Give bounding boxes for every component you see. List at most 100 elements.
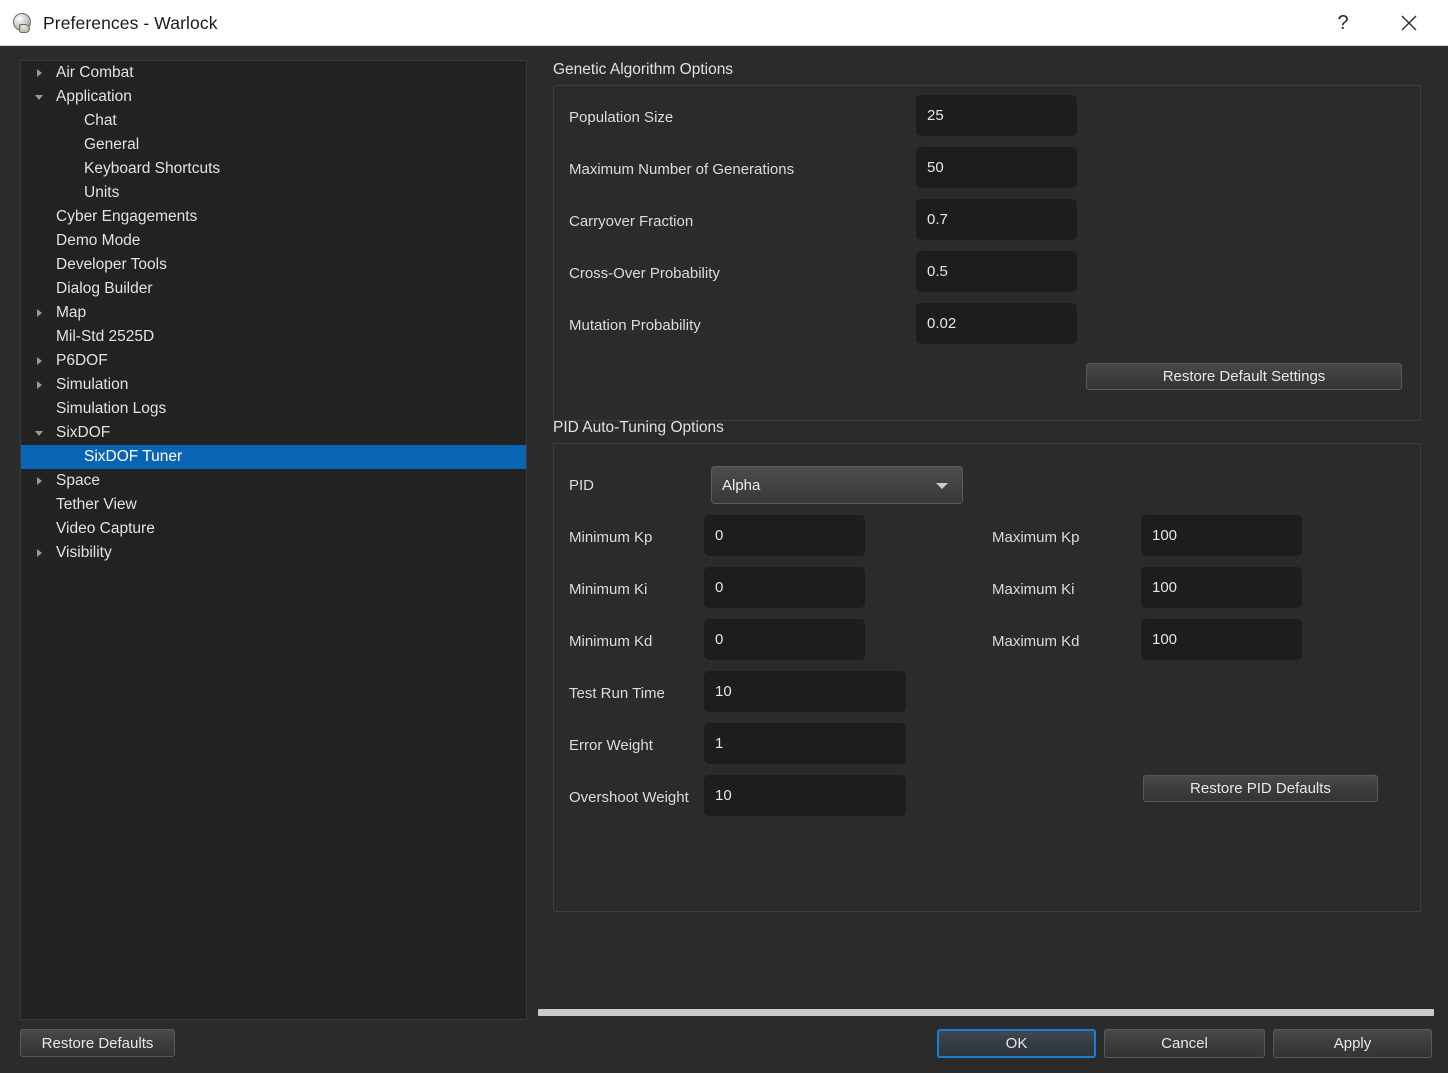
tree-item-p6dof[interactable]: P6DOF [21, 349, 526, 373]
tree-item-simulation-logs[interactable]: Simulation Logs [21, 397, 526, 421]
pid-auto-tuning-groupbox [553, 443, 1421, 912]
pid-select[interactable]: Alpha [711, 466, 963, 504]
label-mutation-probability: Mutation Probability [569, 317, 701, 334]
tree-item-sixdof-tuner[interactable]: SixDOF Tuner [21, 445, 526, 469]
input-mutation-probability[interactable]: 0.02 [916, 303, 1077, 344]
chevron-down-icon[interactable] [31, 85, 47, 109]
tree-item-label: Dialog Builder [56, 280, 153, 297]
input-crossover-probability[interactable]: 0.5 [916, 251, 1077, 292]
window-title: Preferences - Warlock [43, 12, 218, 33]
tree-item-label: Units [84, 184, 120, 201]
input-test-run-time[interactable]: 10 [704, 671, 906, 712]
tree-item-sixdof[interactable]: SixDOF [21, 421, 526, 445]
tree-item-tether-view[interactable]: Tether View [21, 493, 526, 517]
genetic-algorithm-title: Genetic Algorithm Options [553, 61, 734, 78]
tree-item-visibility[interactable]: Visibility [21, 541, 526, 565]
restore-pid-defaults-button[interactable]: Restore PID Defaults [1143, 775, 1378, 802]
chevron-right-icon[interactable] [31, 541, 47, 565]
chevron-down-icon [936, 483, 948, 489]
tree-item-video-capture[interactable]: Video Capture [21, 517, 526, 541]
chevron-right-icon[interactable] [31, 373, 47, 397]
label-carryover-fraction: Carryover Fraction [569, 213, 694, 230]
chevron-right-icon[interactable] [31, 301, 47, 325]
tree-item-label: General [84, 136, 140, 153]
tree-item-demo-mode[interactable]: Demo Mode [21, 229, 526, 253]
tree-item-label: Air Combat [56, 64, 134, 81]
tree-item-air-combat[interactable]: Air Combat [21, 61, 526, 85]
tree-item-label: Chat [84, 112, 117, 129]
tree-item-label: Keyboard Shortcuts [84, 160, 221, 177]
tree-item-developer-tools[interactable]: Developer Tools [21, 253, 526, 277]
chevron-right-icon[interactable] [31, 469, 47, 493]
tree-item-keyboard-shortcuts[interactable]: Keyboard Shortcuts [21, 157, 526, 181]
ok-button[interactable]: OK [937, 1029, 1096, 1058]
tree-item-label: Application [56, 88, 132, 105]
pid-auto-tuning-title: PID Auto-Tuning Options [553, 419, 724, 436]
apply-button[interactable]: Apply [1273, 1029, 1432, 1058]
restore-default-settings-button[interactable]: Restore Default Settings [1086, 363, 1402, 390]
chevron-right-icon[interactable] [31, 61, 47, 85]
tree-item-label: Space [56, 472, 100, 489]
horizontal-scrollbar-thumb[interactable] [538, 1009, 1434, 1016]
tree-item-label: P6DOF [56, 352, 108, 369]
input-population-size[interactable]: 25 [916, 95, 1077, 136]
input-minimum-kp[interactable]: 0 [704, 515, 865, 556]
label-maximum-generations: Maximum Number of Generations [569, 161, 795, 178]
tree-item-general[interactable]: General [21, 133, 526, 157]
tree-item-label: Cyber Engagements [56, 208, 198, 225]
chevron-right-icon[interactable] [31, 349, 47, 373]
input-maximum-generations[interactable]: 50 [916, 147, 1077, 188]
tree-item-chat[interactable]: Chat [21, 109, 526, 133]
title-bar-left: Preferences - Warlock [12, 0, 218, 46]
label-maximum-ki: Maximum Ki [992, 581, 1075, 598]
input-maximum-ki[interactable]: 100 [1141, 567, 1302, 608]
label-minimum-kp: Minimum Kp [569, 529, 653, 546]
tree-item-space[interactable]: Space [21, 469, 526, 493]
settings-detail-panel: Genetic Algorithm Options Population Siz… [537, 60, 1437, 1020]
horizontal-scrollbar[interactable] [537, 1008, 1436, 1017]
tree-item-mil-std-2525d[interactable]: Mil-Std 2525D [21, 325, 526, 349]
label-overshoot-weight: Overshoot Weight [569, 789, 689, 806]
input-minimum-kd[interactable]: 0 [704, 619, 865, 660]
close-icon[interactable] [1386, 0, 1432, 46]
input-minimum-ki[interactable]: 0 [704, 567, 865, 608]
label-test-run-time: Test Run Time [569, 685, 665, 702]
label-population-size: Population Size [569, 109, 674, 126]
cancel-button[interactable]: Cancel [1104, 1029, 1265, 1058]
input-maximum-kp[interactable]: 100 [1141, 515, 1302, 556]
label-crossover-probability: Cross-Over Probability [569, 265, 720, 282]
tree-item-label: Visibility [56, 544, 112, 561]
tree-item-label: Demo Mode [56, 232, 141, 249]
label-minimum-kd: Minimum Kd [569, 633, 653, 650]
tree-item-label: Mil-Std 2525D [56, 328, 155, 345]
tree-item-application[interactable]: Application [21, 85, 526, 109]
restore-defaults-button[interactable]: Restore Defaults [20, 1029, 175, 1057]
input-carryover-fraction[interactable]: 0.7 [916, 199, 1077, 240]
settings-category-tree[interactable]: Air Combat Application Chat General Keyboard… [20, 60, 527, 1020]
pid-select-value: Alpha [722, 476, 761, 494]
tree-item-label: Simulation [56, 376, 129, 393]
input-overshoot-weight[interactable]: 10 [704, 775, 906, 816]
tree-item-dialog-builder[interactable]: Dialog Builder [21, 277, 526, 301]
tree-item-label: SixDOF [56, 424, 111, 441]
dialog-body: Air Combat Application Chat General Keyboard… [0, 46, 1448, 1073]
label-maximum-kd: Maximum Kd [992, 633, 1080, 650]
chevron-down-icon[interactable] [31, 421, 47, 445]
help-button[interactable]: ? [1320, 0, 1366, 46]
skull-icon [12, 12, 34, 34]
label-error-weight: Error Weight [569, 737, 653, 754]
tree-item-simulation[interactable]: Simulation [21, 373, 526, 397]
input-maximum-kd[interactable]: 100 [1141, 619, 1302, 660]
tree-item-label: Video Capture [56, 520, 155, 537]
tree-item-label: Developer Tools [56, 256, 167, 273]
tree-item-label: Simulation Logs [56, 400, 167, 417]
label-pid: PID [569, 477, 595, 494]
tree-item-label: Map [56, 304, 87, 321]
tree-item-cyber-engagements[interactable]: Cyber Engagements [21, 205, 526, 229]
tree-item-units[interactable]: Units [21, 181, 526, 205]
label-minimum-ki: Minimum Ki [569, 581, 648, 598]
input-error-weight[interactable]: 1 [704, 723, 906, 764]
label-maximum-kp: Maximum Kp [992, 529, 1080, 546]
tree-item-label: Tether View [56, 496, 137, 513]
tree-item-map[interactable]: Map [21, 301, 526, 325]
